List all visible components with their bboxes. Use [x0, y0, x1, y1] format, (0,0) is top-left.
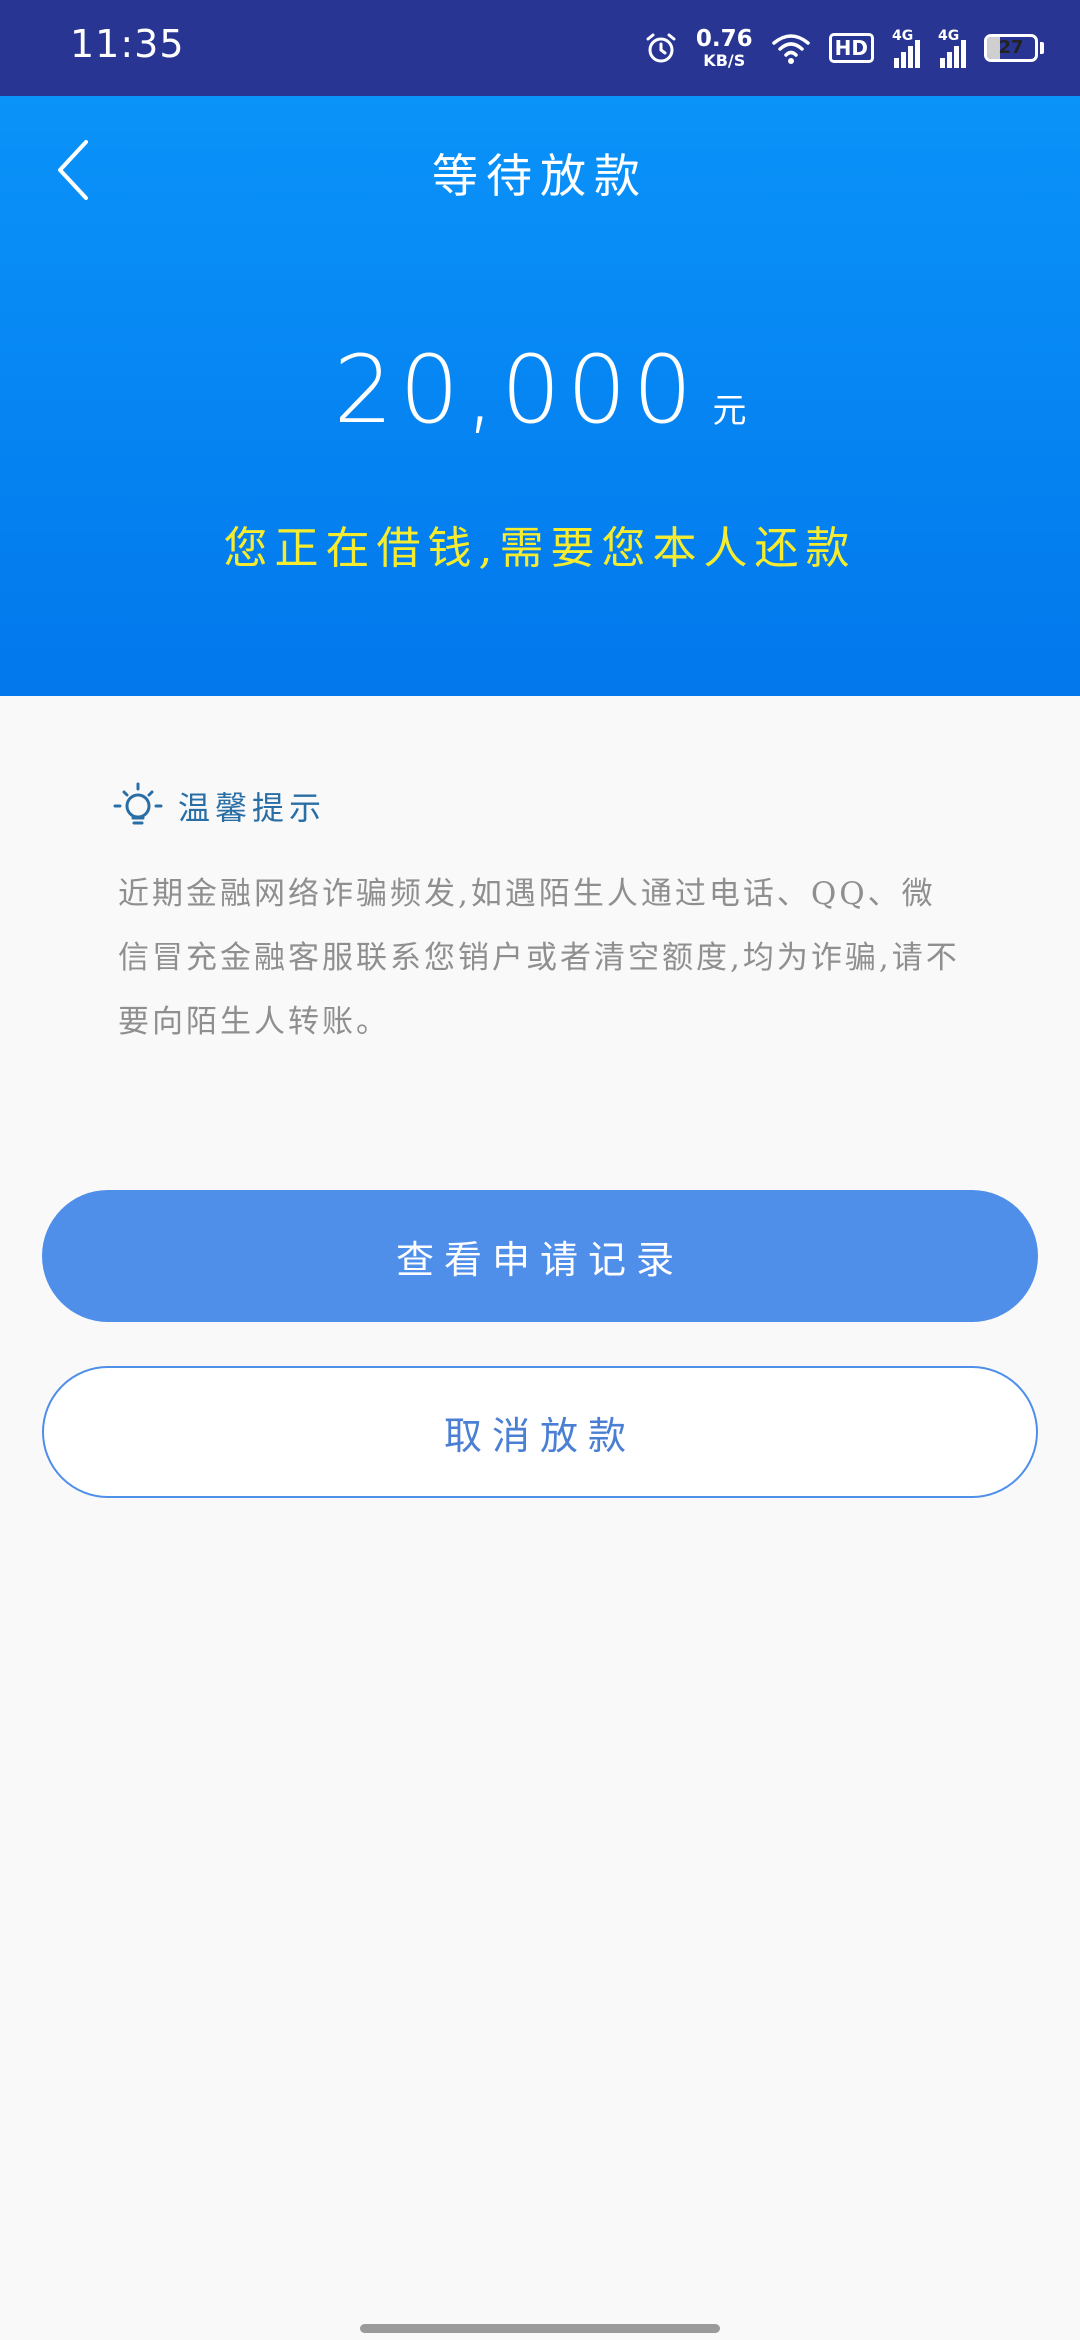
fraud-warning-text: 近期金融网络诈骗频发,如遇陌生人通过电话、QQ、微信冒充金融客服联系您销户或者清… [118, 876, 960, 1040]
loan-amount: 20,000 [333, 336, 699, 445]
hd-voice-badge: HD [828, 33, 874, 63]
status-time: 11:35 [70, 22, 185, 66]
lightbulb-icon [113, 782, 163, 825]
network-speed-unit: KB/S [703, 50, 746, 70]
view-application-records-button[interactable]: 查看申请记录 [42, 1190, 1038, 1322]
wifi-icon [771, 34, 810, 64]
tip-header: 温馨提示 [112, 780, 326, 832]
signal-icon: 4G [938, 28, 966, 68]
signal-icon: 4G [892, 28, 920, 68]
loan-amount-unit: 元 [712, 391, 747, 431]
loan-amount-row: 20,000 元 [0, 336, 1080, 445]
network-speed: 0.76 KB/S [695, 25, 753, 70]
tip-title: 温馨提示 [178, 789, 327, 827]
alarm-icon [646, 33, 676, 63]
signal-network-label: 4G [892, 28, 914, 44]
hero-banner: 等待放款 20,000 元 您正在借钱,需要您本人还款 [0, 96, 1080, 696]
battery-icon: 27 [984, 34, 1044, 62]
network-speed-value: 0.76 [695, 25, 753, 52]
cancel-loan-button[interactable]: 取消放款 [42, 1366, 1038, 1498]
battery-level: 27 [998, 37, 1024, 58]
status-icons: 0.76 KB/S HD 4G 4G 27 [644, 20, 1044, 76]
signal-network-label: 4G [938, 28, 960, 44]
page-title: 等待放款 [432, 149, 648, 203]
status-bar: 11:35 0.76 KB/S HD 4G 4G 27 [0, 0, 1080, 96]
home-indicator[interactable] [360, 2324, 720, 2333]
repayment-notice: 您正在借钱,需要您本人还款 [223, 523, 857, 574]
